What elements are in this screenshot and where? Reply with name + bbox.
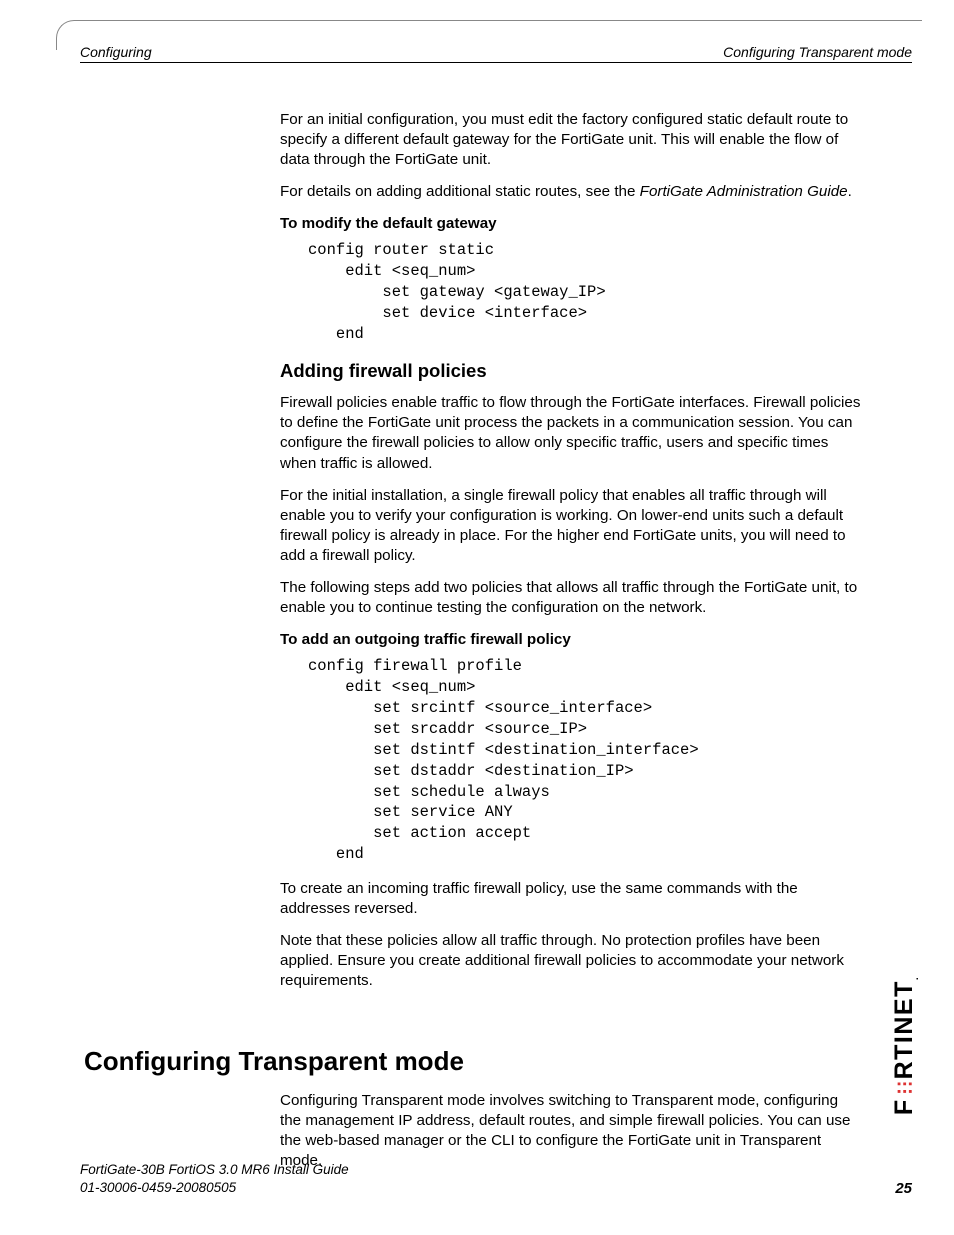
paragraph: For the initial installation, a single f… <box>280 486 862 566</box>
logo-letters: RTINET <box>891 980 919 1079</box>
paragraph: For an initial configuration, you must e… <box>280 110 862 170</box>
chapter-title: Configuring Transparent mode <box>84 1046 862 1077</box>
header-rule <box>80 62 912 63</box>
logo-letter: F <box>891 1098 919 1115</box>
header-left: Configuring <box>80 44 152 60</box>
chapter-heading-block: Configuring Transparent mode Configuring… <box>84 1046 862 1171</box>
page-number: 25 <box>895 1180 912 1197</box>
code-block: config router static edit <seq_num> set … <box>308 240 862 345</box>
main-content: For an initial configuration, you must e… <box>280 110 862 1004</box>
paragraph: Firewall policies enable traffic to flow… <box>280 393 862 473</box>
footer-doc-title: FortiGate-30B FortiOS 3.0 MR6 Install Gu… <box>80 1161 349 1179</box>
logo-dots-icon: ::: <box>897 1083 914 1093</box>
procedure-title: To modify the default gateway <box>280 214 862 234</box>
page-footer: FortiGate-30B FortiOS 3.0 MR6 Install Gu… <box>80 1161 912 1197</box>
code-block: config firewall profile edit <seq_num> s… <box>308 656 862 865</box>
text-run: For details on adding additional static … <box>280 183 640 200</box>
paragraph: To create an incoming traffic firewall p… <box>280 879 862 919</box>
logo-text: F:::RTINET. <box>891 975 922 1114</box>
procedure-title: To add an outgoing traffic firewall poli… <box>280 630 862 650</box>
text-run: . <box>848 183 852 200</box>
fortinet-logo: F:::RTINET. <box>892 935 920 1155</box>
footer-left: FortiGate-30B FortiOS 3.0 MR6 Install Gu… <box>80 1161 349 1197</box>
section-heading: Adding firewall policies <box>280 359 862 383</box>
running-header: Configuring Configuring Transparent mode <box>80 44 912 60</box>
header-right: Configuring Transparent mode <box>723 44 912 60</box>
paragraph: Configuring Transparent mode involves sw… <box>280 1091 862 1171</box>
doc-reference: FortiGate Administration Guide <box>640 183 848 200</box>
document-page: Configuring Configuring Transparent mode… <box>0 0 954 1235</box>
paragraph: For details on adding additional static … <box>280 182 862 202</box>
logo-suffix: . <box>911 975 922 979</box>
footer-doc-id: 01-30006-0459-20080505 <box>80 1179 349 1197</box>
paragraph: Note that these policies allow all traff… <box>280 931 862 991</box>
paragraph: The following steps add two policies tha… <box>280 578 862 618</box>
